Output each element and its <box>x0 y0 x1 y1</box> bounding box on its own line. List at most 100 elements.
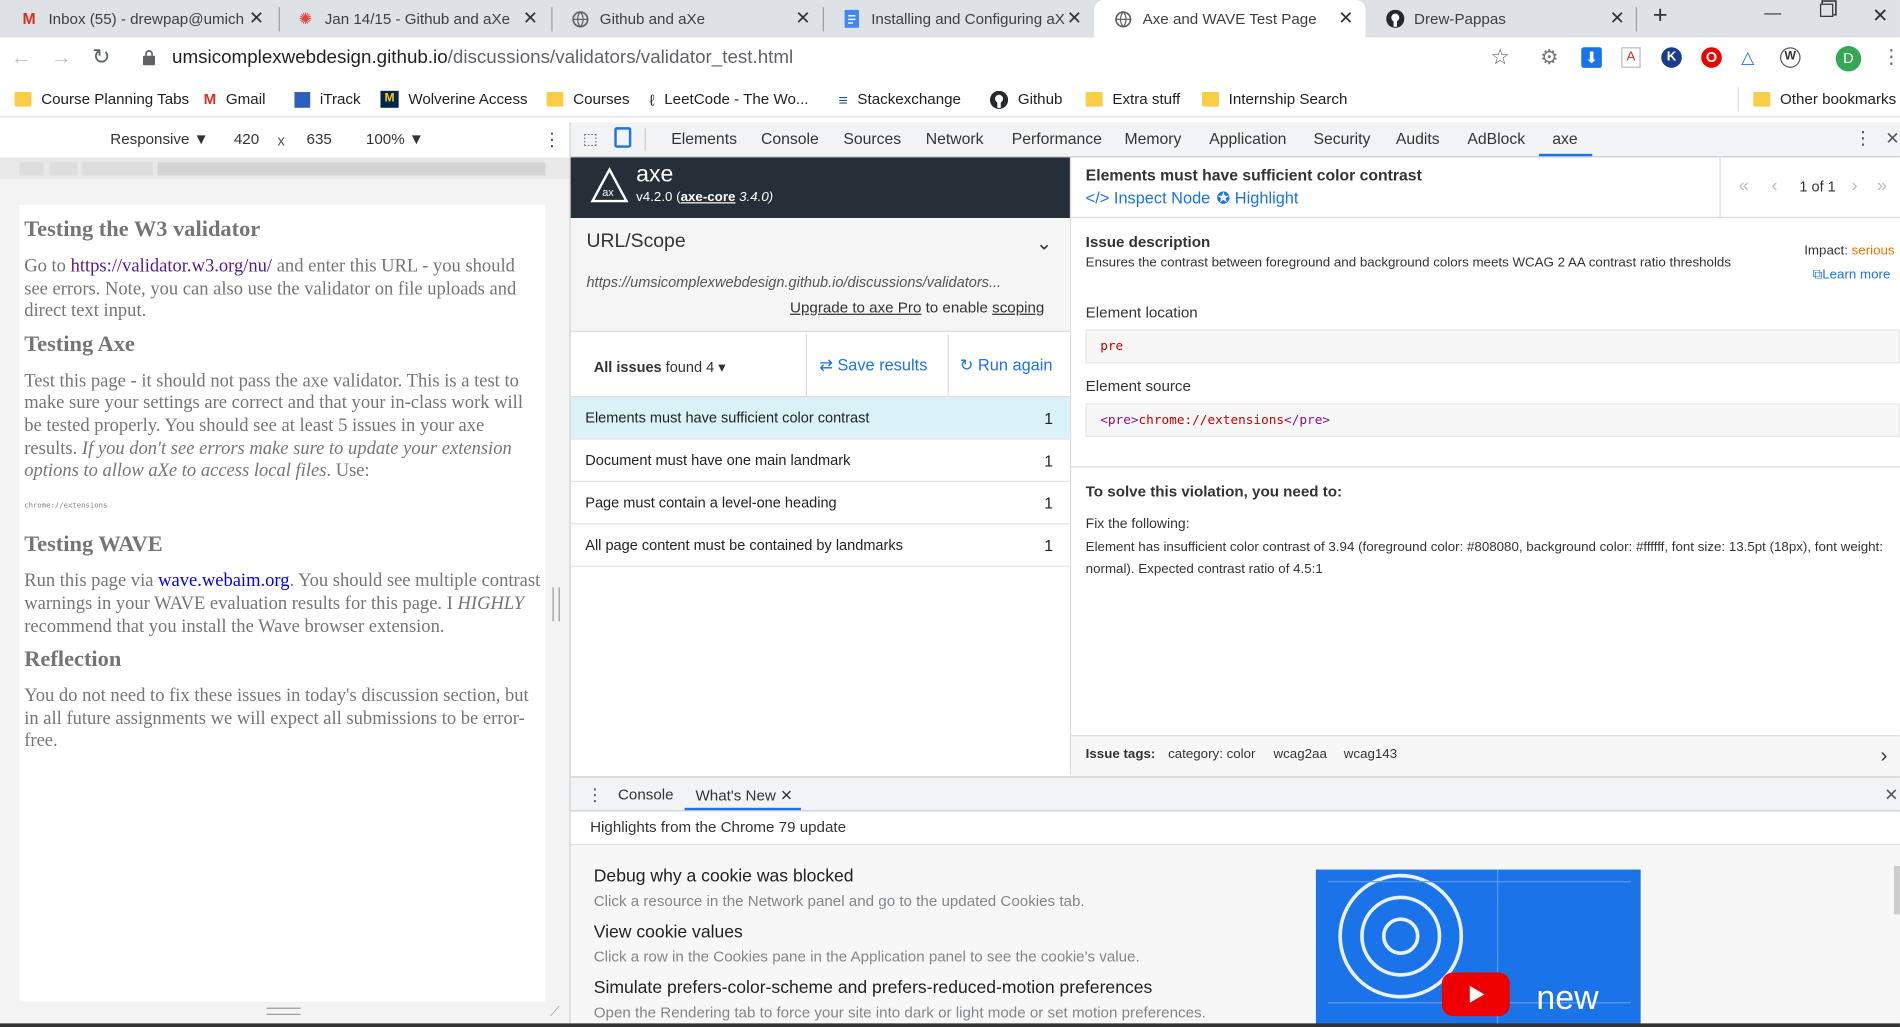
bookmark-leetcode[interactable]: ℓ LeetCode - The Wo... <box>649 88 808 110</box>
tab-audits[interactable]: Audits <box>1396 130 1440 148</box>
drawer-tab-console[interactable]: Console <box>618 786 674 803</box>
last-page-icon[interactable]: » <box>1877 176 1887 197</box>
wave-link[interactable]: wave.webaim.org <box>158 571 289 592</box>
youtube-play-icon[interactable] <box>1441 972 1510 1017</box>
issues-filter[interactable]: All issues found 4 ▾ <box>594 358 726 375</box>
adblock-extension-icon[interactable]: O <box>1701 47 1722 68</box>
tab-axe[interactable]: axe <box>1552 130 1577 148</box>
save-icon: ⇄ <box>819 356 838 375</box>
bookmark-itrack[interactable]: iTrack <box>294 88 361 110</box>
close-tab-icon[interactable]: ✕ <box>1067 7 1082 29</box>
tab-installing[interactable]: Installing and Configuring aX ✕ <box>823 0 1094 38</box>
issue-row[interactable]: All page content must be contained by la… <box>570 524 1070 567</box>
tab-application[interactable]: Application <box>1209 130 1286 148</box>
element-location-label: Element location <box>1085 303 1198 321</box>
video-thumbnail[interactable]: new <box>1315 869 1641 1027</box>
wave-extension-icon[interactable]: W <box>1779 47 1801 68</box>
k-extension-icon[interactable]: K <box>1661 47 1682 68</box>
device-toggle-icon[interactable] <box>614 127 632 148</box>
issue-row-selected[interactable]: Elements must have sufficient color cont… <box>570 397 1070 440</box>
highlight-icon: ✪ <box>1216 188 1235 208</box>
inspect-element-icon[interactable]: ⬚ <box>583 130 598 149</box>
bookmark-gmail[interactable]: M Gmail <box>204 88 266 110</box>
expand-tags-icon[interactable]: › <box>1881 744 1888 768</box>
bookmark-courses[interactable]: Courses <box>546 88 630 110</box>
tab-axe-wave-active[interactable]: Axe and WAVE Test Page ✕ <box>1094 0 1366 38</box>
tab-performance[interactable]: Performance <box>1012 130 1102 148</box>
bookmark-github[interactable]: Github <box>989 88 1062 110</box>
tab-elements[interactable]: Elements <box>671 130 737 148</box>
upgrade-link[interactable]: Upgrade to axe Pro <box>790 299 921 316</box>
close-drawer-icon[interactable]: ✕ <box>1884 785 1898 806</box>
validator-link[interactable]: https://validator.w3.org/nu/ <box>71 256 272 277</box>
bookmark-extra-stuff[interactable]: Extra stuff <box>1085 88 1180 110</box>
drawer-tab-whats-new[interactable]: What's New ✕ <box>696 786 793 804</box>
device-height-input[interactable]: 635 <box>307 131 332 148</box>
devtools-menu-icon[interactable]: ⋮ <box>1854 127 1872 149</box>
learn-more-link[interactable]: ⧉Learn more <box>1813 268 1891 284</box>
minimize-button[interactable]: — <box>1764 2 1781 21</box>
next-page-icon[interactable]: › <box>1851 176 1857 197</box>
reload-icon[interactable]: ↻ <box>92 45 110 70</box>
devtools-close-icon[interactable]: ✕ <box>1885 128 1899 149</box>
highlight-button[interactable]: ✪ Highlight <box>1217 189 1299 208</box>
forward-icon[interactable]: → <box>51 46 72 70</box>
settings-extension-icon[interactable]: ⚙ <box>1540 46 1558 70</box>
pdf-extension-icon[interactable]: A <box>1621 47 1641 68</box>
device-width-input[interactable]: 420 <box>234 131 259 148</box>
tab-jan1415[interactable]: ✺ Jan 14/15 - Github and aXe ✕ <box>276 0 550 38</box>
tab-drew-pappas[interactable]: Drew-Pappas ✕ <box>1366 0 1637 38</box>
tab-memory[interactable]: Memory <box>1124 130 1181 148</box>
close-tab-icon[interactable]: ✕ <box>1610 7 1625 29</box>
issue-row[interactable]: Document must have one main landmark 1 <box>570 440 1070 483</box>
save-results-button[interactable]: ⇄ Save results <box>819 356 927 375</box>
resize-handle-right[interactable] <box>552 587 560 622</box>
prev-page-icon[interactable]: ‹ <box>1772 176 1778 197</box>
issue-row[interactable]: Page must contain a level-one heading 1 <box>570 482 1070 525</box>
profile-avatar[interactable]: D <box>1835 46 1862 72</box>
run-again-button[interactable]: ↻ Run again <box>960 356 1053 375</box>
tab-security[interactable]: Security <box>1313 130 1370 148</box>
download-extension-icon[interactable]: ⬇ <box>1581 47 1602 68</box>
whats-new-item-title[interactable]: View cookie values <box>594 923 743 942</box>
bookmark-star-icon[interactable]: ☆ <box>1490 45 1510 70</box>
close-drawer-tab-icon[interactable]: ✕ <box>780 787 793 804</box>
whats-new-item-title[interactable]: Simulate prefers-color-scheme and prefer… <box>594 979 1153 998</box>
tab-adblock[interactable]: AdBlock <box>1467 130 1525 148</box>
close-tab-icon[interactable]: ✕ <box>795 7 810 29</box>
bookmark-course-planning[interactable]: Course Planning Tabs <box>14 88 189 110</box>
close-tab-icon[interactable]: ✕ <box>1338 7 1353 29</box>
lock-icon[interactable] <box>142 50 156 66</box>
back-icon[interactable]: ← <box>11 46 32 70</box>
bookmark-other[interactable]: Other bookmarks <box>1753 88 1896 110</box>
tab-network[interactable]: Network <box>926 130 984 148</box>
zoom-select[interactable]: 100% ▼ <box>366 131 424 148</box>
chrome-menu-icon[interactable]: ⋮ <box>1882 45 1900 69</box>
close-tab-icon[interactable]: ✕ <box>523 7 538 29</box>
bookmark-wolverine[interactable]: M Wolverine Access <box>380 88 528 110</box>
tab-sources[interactable]: Sources <box>843 130 901 148</box>
close-window-button[interactable]: ✕ <box>1872 4 1888 28</box>
resize-corner-icon[interactable]: ⟋ <box>550 1005 559 1021</box>
new-tab-button[interactable]: + <box>1653 1 1668 30</box>
bookmark-stackexchange[interactable]: ≡ Stackexchange <box>838 88 960 110</box>
device-mode-select[interactable]: Responsive ▼ <box>110 131 208 148</box>
folder-icon <box>546 92 564 107</box>
bookmark-internship[interactable]: Internship Search <box>1202 88 1347 110</box>
device-menu-icon[interactable]: ⋮ <box>543 128 561 151</box>
first-page-icon[interactable]: « <box>1739 176 1749 197</box>
resize-handle-bottom[interactable] <box>266 1007 301 1015</box>
drawer-scrollbar[interactable] <box>1893 865 1900 915</box>
tab-inbox[interactable]: M Inbox (55) - drewpap@umich ✕ <box>0 0 276 38</box>
url-field[interactable]: umsicomplexwebdesign.github.io/discussio… <box>172 47 793 69</box>
inspect-node-button[interactable]: </> Inspect Node <box>1086 189 1211 207</box>
scope-collapse-icon[interactable]: ⌄ <box>1036 231 1052 255</box>
tab-github-axe[interactable]: Github and aXe ✕ <box>551 0 822 38</box>
axe-extension-icon[interactable]: △ <box>1741 47 1754 68</box>
whats-new-item-title[interactable]: Debug why a cookie was blocked <box>594 867 854 886</box>
tab-console[interactable]: Console <box>761 130 819 148</box>
dimension-separator: x <box>277 132 285 149</box>
close-tab-icon[interactable]: ✕ <box>249 7 264 29</box>
drawer-menu-icon[interactable]: ⋮ <box>586 785 603 806</box>
restore-button[interactable] <box>1819 3 1834 17</box>
